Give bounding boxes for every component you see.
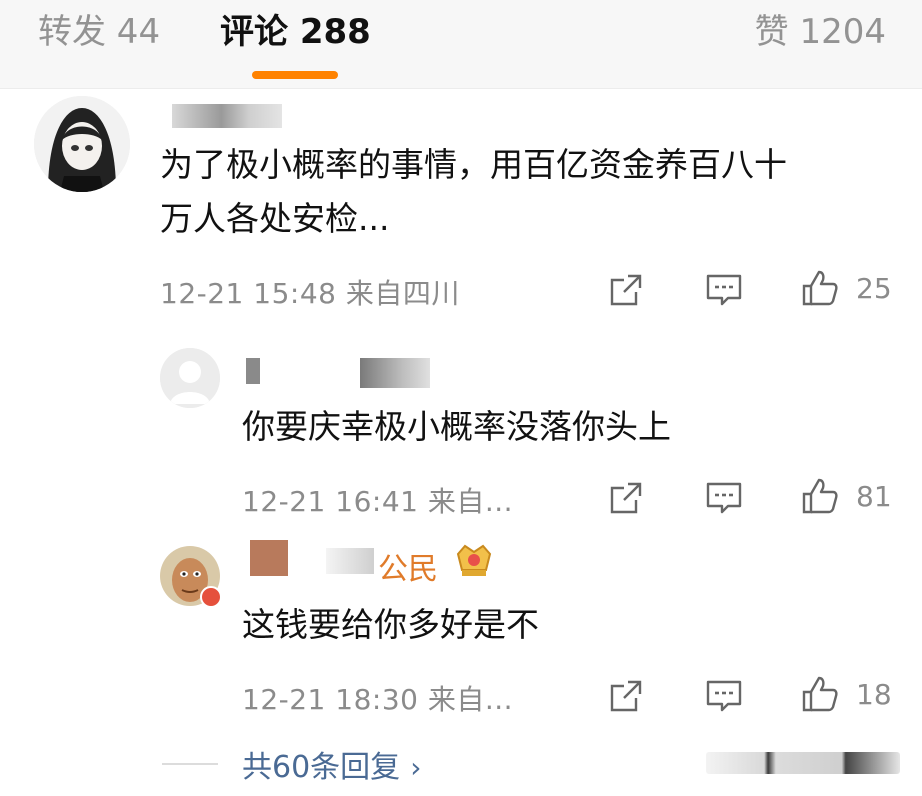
blurred-overlay <box>706 752 900 774</box>
tab-likes[interactable]: 赞 1204 <box>755 12 886 52</box>
blurred-username <box>326 548 374 574</box>
blurred-username <box>250 540 288 576</box>
view-replies-link[interactable]: 共60条回复 › <box>242 742 421 786</box>
view-replies-label: 共60条回复 <box>242 750 401 785</box>
like-count: 18 <box>856 678 892 711</box>
thumbs-up-icon[interactable] <box>800 268 840 308</box>
thumbs-up-icon[interactable] <box>800 674 840 714</box>
comment-icon[interactable] <box>704 478 744 518</box>
like-count: 81 <box>856 480 892 513</box>
comment-icon[interactable] <box>704 270 744 310</box>
tab-bar: 转发 44 评论 288 赞 1204 <box>0 0 922 88</box>
tab-comments[interactable]: 评论 288 <box>220 12 371 52</box>
anime-hood-avatar-icon <box>34 96 130 192</box>
comment-meta: 12-21 16:41 来自... <box>242 485 514 518</box>
blurred-username <box>172 104 282 128</box>
reply-divider-line <box>162 763 218 765</box>
comment-meta: 12-21 15:48 来自四川 <box>160 277 460 310</box>
share-icon[interactable] <box>606 478 646 518</box>
tab-divider <box>0 88 922 89</box>
share-icon[interactable] <box>606 676 646 716</box>
comment-text: 你要庆幸极小概率没落你头上 <box>242 407 671 446</box>
avatar[interactable] <box>160 348 220 408</box>
like-count: 25 <box>856 272 892 305</box>
chevron-right-icon: › <box>410 751 422 784</box>
username-suffix[interactable]: 公民 <box>378 544 438 588</box>
crown-medal-icon <box>452 540 496 580</box>
comment-icon[interactable] <box>704 676 744 716</box>
blurred-username <box>246 358 260 384</box>
share-icon[interactable] <box>606 270 646 310</box>
default-user-icon <box>160 348 220 408</box>
verified-badge-icon <box>200 586 222 608</box>
avatar[interactable] <box>34 96 130 192</box>
comment-meta: 12-21 18:30 来自... <box>242 683 514 716</box>
avatar[interactable] <box>160 546 222 608</box>
blurred-username <box>360 358 430 388</box>
comment-text: 这钱要给你多好是不 <box>242 605 539 644</box>
tab-repost[interactable]: 转发 44 <box>38 12 160 52</box>
active-tab-indicator <box>252 71 338 79</box>
comment-text: 为了极小概率的事情，用百亿资金养百八十 万人各处安检... <box>160 145 787 238</box>
thumbs-up-icon[interactable] <box>800 476 840 516</box>
